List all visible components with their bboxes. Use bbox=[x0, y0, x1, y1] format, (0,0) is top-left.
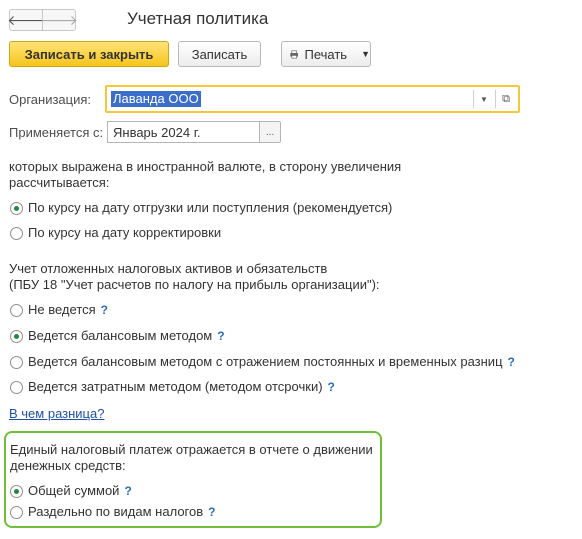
radio-label: Ведется балансовым методом с отражением … bbox=[28, 354, 503, 369]
radio-option-total-sum[interactable]: Общей суммой ? bbox=[10, 483, 132, 499]
open-icon[interactable]: ⧉ bbox=[495, 90, 516, 108]
forward-button[interactable]: 🡒 bbox=[40, 9, 78, 31]
tax-payment-line2: денежных средств: bbox=[10, 458, 126, 473]
radio-label: По курсу на дату отгрузки или поступлени… bbox=[28, 200, 393, 215]
radio-button[interactable] bbox=[10, 226, 23, 240]
organization-value[interactable]: Лаванда ООО bbox=[111, 91, 201, 107]
radio-button[interactable] bbox=[10, 505, 23, 519]
deferred-section-line2: (ПБУ 18 "Учет расчетов по налогу на приб… bbox=[9, 277, 380, 292]
radio-label: Ведется затратным методом (методом отсро… bbox=[28, 379, 323, 394]
arrow-left-icon: 🡐 bbox=[7, 11, 45, 28]
radio-option-rate-adjustment[interactable]: По курсу на дату корректировки bbox=[10, 225, 221, 241]
back-button[interactable]: 🡐 bbox=[7, 9, 45, 31]
help-icon[interactable]: ? bbox=[328, 380, 335, 394]
radio-option-not-kept[interactable]: Не ведется ? bbox=[10, 302, 108, 318]
radio-label: По курсу на дату корректировки bbox=[28, 225, 222, 240]
radio-button[interactable] bbox=[10, 355, 23, 369]
currency-section-line2: рассчитывается: bbox=[9, 175, 110, 190]
period-field[interactable]: Январь 2024 г. bbox=[107, 121, 259, 143]
difference-link[interactable]: В чем разница? bbox=[9, 406, 104, 421]
print-label: Печать bbox=[304, 46, 348, 62]
help-icon[interactable]: ? bbox=[217, 329, 224, 343]
radio-option-by-tax-type[interactable]: Раздельно по видам налогов ? bbox=[10, 504, 215, 520]
radio-button[interactable] bbox=[10, 380, 23, 394]
radio-label: Ведется балансовым методом bbox=[28, 328, 213, 343]
print-button[interactable]: Печать ▼ bbox=[281, 41, 371, 67]
printer-icon bbox=[290, 50, 299, 58]
radio-button[interactable] bbox=[10, 201, 23, 215]
radio-label: Не ведется bbox=[28, 302, 96, 317]
period-label: Применяется с: bbox=[9, 125, 104, 140]
radio-button[interactable] bbox=[10, 303, 23, 317]
help-icon[interactable]: ? bbox=[101, 303, 108, 317]
arrow-right-icon: 🡒 bbox=[40, 11, 78, 28]
radio-button[interactable] bbox=[10, 484, 23, 498]
organization-field[interactable]: Лаванда ООО ▼ ⧉ bbox=[105, 85, 520, 113]
radio-button[interactable] bbox=[10, 329, 23, 343]
radio-option-cost-method[interactable]: Ведется затратным методом (методом отсро… bbox=[10, 379, 335, 395]
radio-option-balance-method-differences[interactable]: Ведется балансовым методом с отражением … bbox=[10, 354, 515, 370]
org-label: Организация: bbox=[9, 92, 92, 107]
help-icon[interactable]: ? bbox=[508, 355, 515, 369]
tax-payment-line1: Единый налоговый платеж отражается в отч… bbox=[10, 442, 373, 457]
save-button[interactable]: Записать bbox=[178, 41, 261, 67]
radio-label: Общей суммой bbox=[28, 483, 120, 498]
chevron-down-icon[interactable]: ▼ bbox=[473, 90, 494, 108]
help-icon[interactable]: ? bbox=[124, 484, 131, 498]
period-select-button[interactable]: ... bbox=[259, 121, 281, 143]
help-icon[interactable]: ? bbox=[208, 505, 215, 519]
chevron-down-icon: ▼ bbox=[361, 49, 370, 59]
deferred-section-line1: Учет отложенных налоговых активов и обяз… bbox=[9, 261, 328, 276]
radio-option-balance-method[interactable]: Ведется балансовым методом ? bbox=[10, 328, 225, 344]
page-title: Учетная политика bbox=[127, 9, 269, 28]
radio-option-rate-shipment[interactable]: По курсу на дату отгрузки или поступлени… bbox=[10, 200, 392, 216]
currency-section-line1: которых выражена в иностранной валюте, в… bbox=[9, 159, 402, 174]
radio-label: Раздельно по видам налогов bbox=[28, 504, 204, 519]
save-and-close-button[interactable]: Записать и закрыть bbox=[9, 41, 169, 67]
